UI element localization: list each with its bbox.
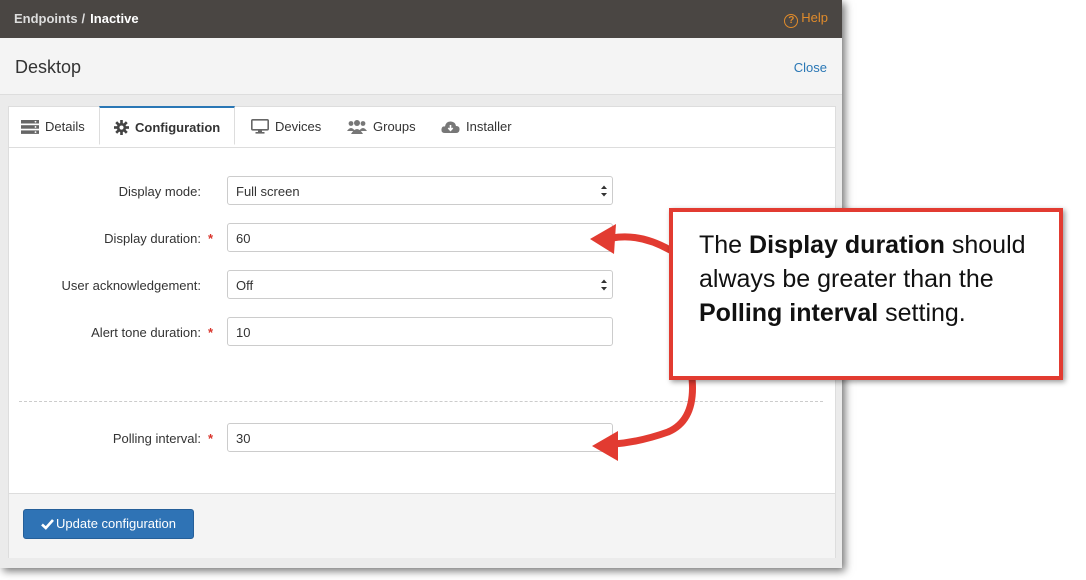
- arrowhead-display-duration: [590, 224, 616, 254]
- callout-bold-display-duration: Display duration: [749, 231, 945, 259]
- callout-text-1: The: [699, 231, 750, 259]
- callout-bold-polling-interval: Polling interval: [699, 299, 879, 327]
- arrow-to-display-duration: [608, 233, 674, 254]
- arrow-to-polling-interval: [610, 374, 696, 448]
- arrowhead-polling-interval: [592, 431, 618, 461]
- annotation-callout: The Display duration should always be gr…: [669, 208, 1063, 380]
- callout-text: The Display duration should always be gr…: [699, 228, 1039, 330]
- callout-text-3: setting.: [878, 299, 966, 327]
